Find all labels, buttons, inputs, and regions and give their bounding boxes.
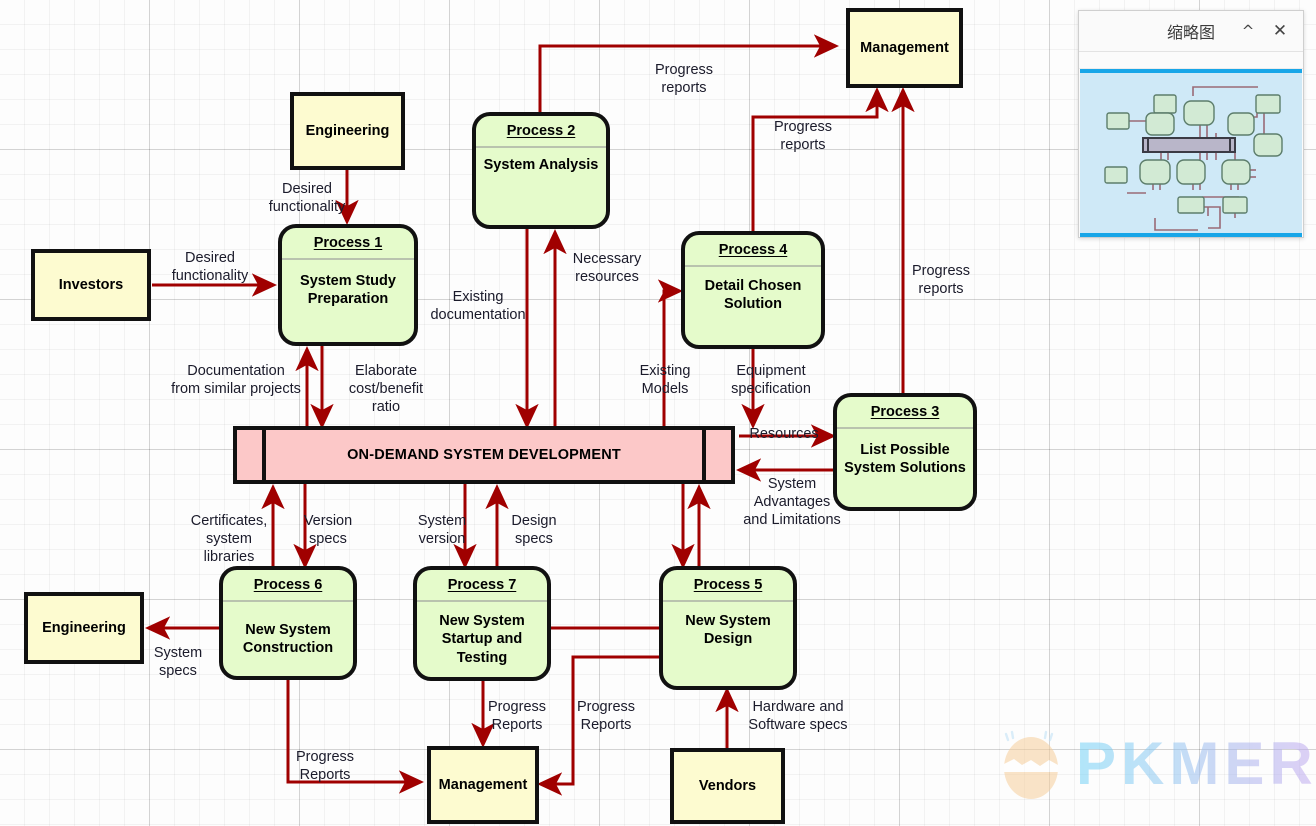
edge-label-design-specs: Design specs bbox=[511, 513, 557, 548]
minimap-title: 缩略图 bbox=[1166, 23, 1215, 42]
data-store-on-demand-system-development[interactable]: ON-DEMAND SYSTEM DEVELOPMENT bbox=[233, 426, 735, 484]
edge-label-documentation-similar-projects: Documentation from similar projects bbox=[171, 363, 301, 398]
edge-label-equipment-specification: Equipment specification bbox=[731, 363, 811, 398]
edge-label-system-version: System version bbox=[417, 513, 467, 548]
edge-label-elaborate-cost-benefit-ratio: Elaborate cost/benefit ratio bbox=[348, 363, 424, 416]
edge-label-progress-reports-p6: Progress Reports bbox=[295, 749, 355, 784]
pkmer-egg-icon bbox=[1004, 730, 1058, 799]
edge-label-existing-models: Existing Models bbox=[639, 363, 691, 398]
process-4-body: Detail Chosen Solution bbox=[704, 278, 802, 313]
process-2[interactable]: Process 2 System Analysis bbox=[472, 112, 610, 229]
process-4[interactable]: Process 4 Detail Chosen Solution bbox=[681, 231, 825, 349]
process-3[interactable]: Process 3 List Possible System Solutions bbox=[833, 393, 977, 511]
external-engineering-top[interactable]: Engineering bbox=[290, 92, 405, 170]
external-management-top-label: Management bbox=[860, 40, 949, 56]
pkmer-wordmark: PKMER bbox=[1076, 730, 1316, 797]
external-engineering-bottom-label: Engineering bbox=[42, 620, 126, 636]
process-6[interactable]: Process 6 New System Construction bbox=[219, 566, 357, 680]
process-6-body: New System Construction bbox=[242, 621, 334, 656]
process-3-header: Process 3 bbox=[837, 397, 973, 429]
edge-label-version-specs: Version specs bbox=[303, 513, 353, 548]
store-left-divider bbox=[262, 430, 266, 480]
process-5-header: Process 5 bbox=[663, 570, 793, 602]
process-7[interactable]: Process 7 New System Startup and Testing bbox=[413, 566, 551, 681]
minimap-thumbnail bbox=[1104, 86, 1283, 231]
external-investors-label: Investors bbox=[58, 277, 124, 293]
edge-label-certificates-system-libraries: Certificates, system libraries bbox=[190, 513, 268, 566]
minimap-panel[interactable]: 缩略图 ^ ✕ bbox=[1078, 10, 1304, 238]
process-1-header: Process 1 bbox=[282, 228, 414, 260]
external-engineering-bottom[interactable]: Engineering bbox=[24, 592, 144, 664]
edge-label-resources: Resources bbox=[749, 426, 819, 442]
pkmer-watermark: PKMER bbox=[1000, 728, 1316, 800]
external-investors[interactable]: Investors bbox=[31, 249, 151, 321]
edge-label-progress-reports-p7: Progress Reports bbox=[487, 699, 547, 734]
diagram-canvas[interactable]: Investors Engineering Management Enginee… bbox=[0, 0, 1316, 826]
edge-label-necessary-resources: Necessary resources bbox=[572, 251, 642, 286]
edge-label-desired-functionality-investors: Desired functionality bbox=[171, 250, 249, 285]
external-management-bottom[interactable]: Management bbox=[427, 746, 539, 824]
minimap-subbar bbox=[1079, 52, 1303, 69]
process-2-header: Process 2 bbox=[476, 116, 606, 148]
process-7-header: Process 7 bbox=[417, 570, 547, 602]
store-right-divider bbox=[702, 430, 706, 480]
data-store-label: ON-DEMAND SYSTEM DEVELOPMENT bbox=[347, 447, 621, 463]
process-6-header: Process 6 bbox=[223, 570, 353, 602]
process-7-body: New System Startup and Testing bbox=[439, 613, 525, 666]
edge-label-system-specs: System specs bbox=[153, 645, 203, 680]
edge-label-existing-documentation: Existing documentation bbox=[430, 289, 526, 324]
process-2-body: System Analysis bbox=[483, 157, 599, 173]
edge-label-progress-reports-p2: Progress reports bbox=[654, 62, 714, 97]
edge-label-progress-reports-p4: Progress reports bbox=[773, 119, 833, 154]
process-5[interactable]: Process 5 New System Design bbox=[659, 566, 797, 690]
process-5-body: New System Design bbox=[685, 613, 771, 648]
chevron-up-icon[interactable]: ^ bbox=[1237, 20, 1259, 42]
close-icon[interactable]: ✕ bbox=[1269, 20, 1291, 42]
external-engineering-top-label: Engineering bbox=[305, 123, 390, 139]
process-3-body: List Possible System Solutions bbox=[844, 442, 966, 477]
process-1-body: System Study Preparation bbox=[300, 273, 396, 308]
edge-label-progress-reports-p5: Progress Reports bbox=[576, 699, 636, 734]
minimap-title-bar: 缩略图 ^ ✕ bbox=[1079, 11, 1303, 52]
edge-label-desired-functionality-engineering: Desired functionality bbox=[268, 181, 346, 216]
process-1[interactable]: Process 1 System Study Preparation bbox=[278, 224, 418, 346]
edge-label-system-advantages-limitations: System Advantages and Limitations bbox=[743, 476, 841, 529]
external-vendors[interactable]: Vendors bbox=[670, 748, 785, 824]
minimap-viewport[interactable] bbox=[1080, 69, 1302, 237]
edge-label-progress-reports-p3: Progress reports bbox=[911, 263, 971, 298]
external-management-bottom-label: Management bbox=[438, 777, 528, 793]
external-vendors-label: Vendors bbox=[698, 778, 757, 794]
process-4-header: Process 4 bbox=[685, 235, 821, 267]
external-management-top[interactable]: Management bbox=[846, 8, 963, 88]
edge-label-hardware-software-specs: Hardware and Software specs bbox=[748, 699, 848, 734]
